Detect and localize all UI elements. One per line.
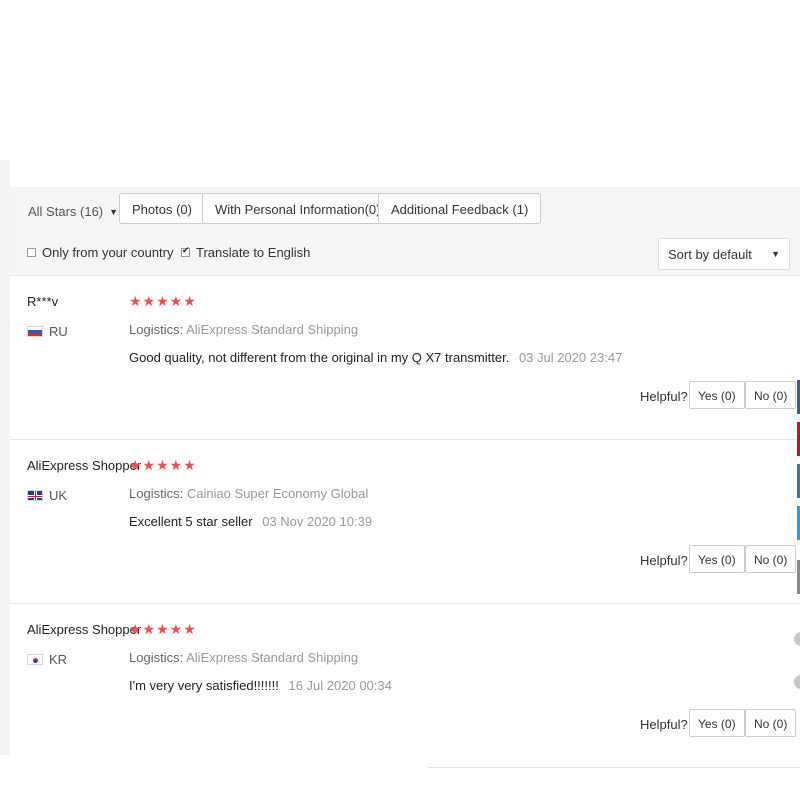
- review-item: AliExpress Shopper ★★★★★ UK Logistics: C…: [10, 440, 800, 604]
- reviewer-name: AliExpress Shopper: [27, 458, 142, 473]
- chevron-down-icon: ▼: [109, 206, 119, 217]
- uk-flag-icon: [27, 490, 43, 501]
- comment-text: I'm very very satisfied!!!!!!!: [129, 678, 279, 693]
- left-gray-strip: [0, 160, 10, 755]
- photos-filter-button[interactable]: Photos (0): [119, 193, 205, 224]
- translate-option[interactable]: Translate to English: [181, 245, 310, 260]
- checkbox-icon[interactable]: [27, 248, 36, 257]
- country-code: RU: [49, 324, 68, 339]
- helpful-no-button[interactable]: No (0): [745, 381, 797, 409]
- chevron-down-icon: ▼: [771, 249, 780, 259]
- comment-text: Excellent 5 star seller: [129, 514, 253, 529]
- logistics-value: AliExpress Standard Shipping: [186, 322, 359, 337]
- reviewer-country: UK: [27, 488, 67, 503]
- review-timestamp: 03 Jul 2020 23:47: [518, 350, 623, 365]
- sort-label: Sort by default: [668, 246, 752, 262]
- review-comment: I'm very very satisfied!!!!!!! 16 Jul 20…: [129, 678, 392, 693]
- reviewer-name: R***v: [27, 294, 59, 309]
- reviewer-country: RU: [27, 324, 68, 339]
- review-item: R***v RU ★★★★★ Logistics: AliExpress Sta…: [10, 276, 800, 440]
- review-comment: Good quality, not different from the ori…: [129, 350, 622, 365]
- helpful-yes-button[interactable]: Yes (0): [689, 545, 745, 573]
- country-code: KR: [49, 652, 68, 667]
- only-country-option[interactable]: Only from your country: [27, 245, 174, 260]
- helpful-label: Helpful?: [640, 717, 688, 732]
- reviewer-name: AliExpress Shopper: [27, 622, 142, 637]
- logistics-label: Logistics:: [129, 650, 184, 665]
- helpful-label: Helpful?: [640, 553, 688, 568]
- logistics-info: Logistics: AliExpress Standard Shipping: [129, 322, 358, 337]
- helpful-no-button[interactable]: No (0): [745, 545, 797, 573]
- helpful-no-button[interactable]: No (0): [745, 709, 797, 737]
- bottom-divider: [428, 767, 800, 768]
- helpful-label: Helpful?: [640, 389, 688, 404]
- filter-bar: All Stars (16) ▼ Photos (0) With Persona…: [10, 187, 800, 276]
- stars-filter-label: All Stars (16): [28, 204, 104, 219]
- kr-flag-icon: [27, 654, 43, 665]
- sort-dropdown[interactable]: Sort by default ▼: [658, 238, 790, 270]
- only-country-label: Only from your country: [42, 245, 174, 260]
- checkbox-checked-icon[interactable]: [181, 245, 190, 257]
- review-item: AliExpress Shopper ★★★★★ KR Logistics: A…: [10, 604, 800, 768]
- helpful-yes-button[interactable]: Yes (0): [689, 709, 745, 737]
- country-code: UK: [49, 488, 68, 503]
- feedback-panel: All Stars (16) ▼ Photos (0) With Persona…: [10, 187, 800, 755]
- review-timestamp: 03 Nov 2020 10:39: [262, 514, 373, 529]
- review-comment: Excellent 5 star seller 03 Nov 2020 10:3…: [129, 514, 372, 529]
- reviewer-country: KR: [27, 652, 67, 667]
- logistics-label: Logistics:: [129, 486, 184, 501]
- logistics-info: Logistics: Cainiao Super Economy Global: [129, 486, 368, 501]
- logistics-label: Logistics:: [129, 322, 184, 337]
- stars-filter-dropdown[interactable]: All Stars (16) ▼: [28, 204, 118, 219]
- helpful-yes-button[interactable]: Yes (0): [689, 381, 745, 409]
- personal-info-filter-button[interactable]: With Personal Information(0): [202, 193, 394, 224]
- additional-feedback-filter-button[interactable]: Additional Feedback (1): [378, 193, 542, 224]
- review-timestamp: 16 Jul 2020 00:34: [288, 678, 392, 693]
- star-rating: ★★★★★: [129, 621, 197, 637]
- star-rating: ★★★★★: [129, 293, 197, 309]
- logistics-value: Cainiao Super Economy Global: [186, 486, 369, 501]
- star-rating: ★★★★★: [129, 457, 197, 473]
- logistics-value: AliExpress Standard Shipping: [186, 650, 359, 665]
- translate-label: Translate to English: [196, 245, 311, 260]
- comment-text: Good quality, not different from the ori…: [129, 350, 510, 365]
- logistics-info: Logistics: AliExpress Standard Shipping: [129, 650, 358, 665]
- ru-flag-icon: [27, 326, 43, 337]
